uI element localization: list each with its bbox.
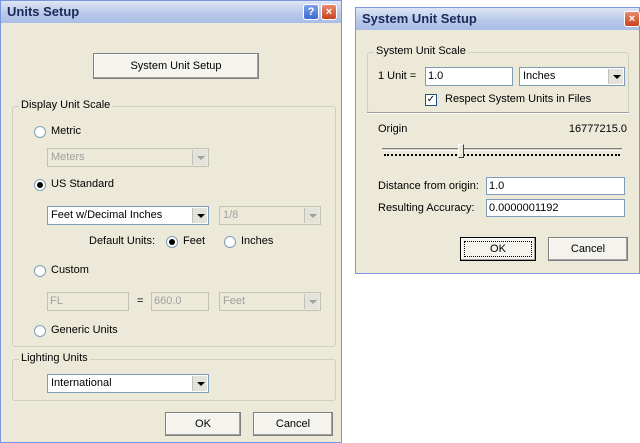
lighting-units-dropdown-value: International [51,377,112,389]
ok-button-label: OK [490,243,506,255]
us-format-dropdown[interactable]: Feet w/Decimal Inches [47,206,209,225]
generic-units-label: Generic Units [51,324,118,336]
unit-equals-label: 1 Unit = [378,70,417,82]
display-unit-scale-label: Display Unit Scale [19,99,113,111]
cancel-button-label: Cancel [275,418,311,430]
us-fraction-dropdown-value: 1/8 [223,209,239,221]
close-icon[interactable]: × [624,11,640,27]
system-unit-dropdown[interactable]: Inches [519,67,625,86]
metric-dropdown-value: Meters [51,151,85,163]
resulting-accuracy-field: 0.0000001192 [486,199,625,217]
ok-button-label: OK [195,418,211,430]
chevron-down-icon [304,294,319,309]
origin-slider-ticks [384,154,620,156]
system-unit-setup-titlebar[interactable]: System Unit Setup × [356,8,640,30]
custom-amount-field: 660.0 [151,292,209,311]
us-standard-label: US Standard [51,178,114,190]
ok-button[interactable]: OK [165,412,241,436]
custom-radio[interactable] [34,265,46,277]
chevron-down-icon [304,208,319,223]
default-feet-label: Feet [183,235,206,247]
lighting-units-dropdown[interactable]: International [47,374,209,393]
unit-value-field[interactable]: 1.0 [425,67,513,86]
metric-radio[interactable] [34,126,46,138]
us-fraction-dropdown: 1/8 [219,206,321,225]
help-icon[interactable]: ? [303,4,319,20]
chevron-down-icon [608,69,623,84]
generic-units-radio[interactable] [34,325,46,337]
default-inches-label: Inches [241,235,274,247]
units-setup-title: Units Setup [7,4,80,19]
system-unit-setup-dialog: System Unit Setup × System Unit Scale 1 … [355,7,640,274]
distance-from-origin-label: Distance from origin: [378,180,479,192]
resulting-accuracy-label: Resulting Accuracy: [378,202,475,214]
chevron-down-icon [192,376,207,391]
origin-slider-thumb[interactable] [458,144,464,158]
respect-system-units-checkbox[interactable]: ✓ [425,94,437,106]
default-units-label: Default Units: [89,235,156,247]
units-setup-titlebar[interactable]: Units Setup ? × [1,1,341,23]
ok-button[interactable]: OK [460,237,536,261]
custom-unit-dropdown: Feet [219,292,321,311]
default-feet-radio[interactable] [166,236,178,248]
cancel-button-label: Cancel [570,243,606,255]
custom-label: Custom [51,264,89,276]
chevron-down-icon [192,150,207,165]
system-unit-dropdown-value: Inches [523,70,556,82]
custom-unit-dropdown-value: Feet [223,295,246,307]
lighting-units-label: Lighting Units [19,352,90,364]
custom-name-field: FL [47,292,129,311]
origin-value: 16777215.0 [568,123,627,135]
custom-equals-label: = [137,295,144,307]
metric-dropdown: Meters [47,148,209,167]
divider [367,112,629,114]
distance-from-origin-field[interactable]: 1.0 [486,177,625,195]
origin-label: Origin [378,123,408,135]
system-unit-setup-button[interactable]: System Unit Setup [93,53,259,79]
us-standard-radio[interactable] [34,179,46,191]
system-unit-scale-label: System Unit Scale [374,45,468,57]
chevron-down-icon [192,208,207,223]
us-format-dropdown-value: Feet w/Decimal Inches [51,209,163,221]
system-unit-setup-button-label: System Unit Setup [130,60,222,72]
close-icon[interactable]: × [321,4,337,20]
cancel-button[interactable]: Cancel [548,237,628,261]
default-inches-radio[interactable] [224,236,236,248]
units-setup-dialog: Units Setup ? × System Unit Setup Displa… [0,0,342,443]
origin-slider-track[interactable] [382,148,622,151]
respect-system-units-label: Respect System Units in Files [445,93,592,105]
metric-label: Metric [51,125,81,137]
cancel-button[interactable]: Cancel [253,412,333,436]
system-unit-setup-title: System Unit Setup [362,11,477,26]
